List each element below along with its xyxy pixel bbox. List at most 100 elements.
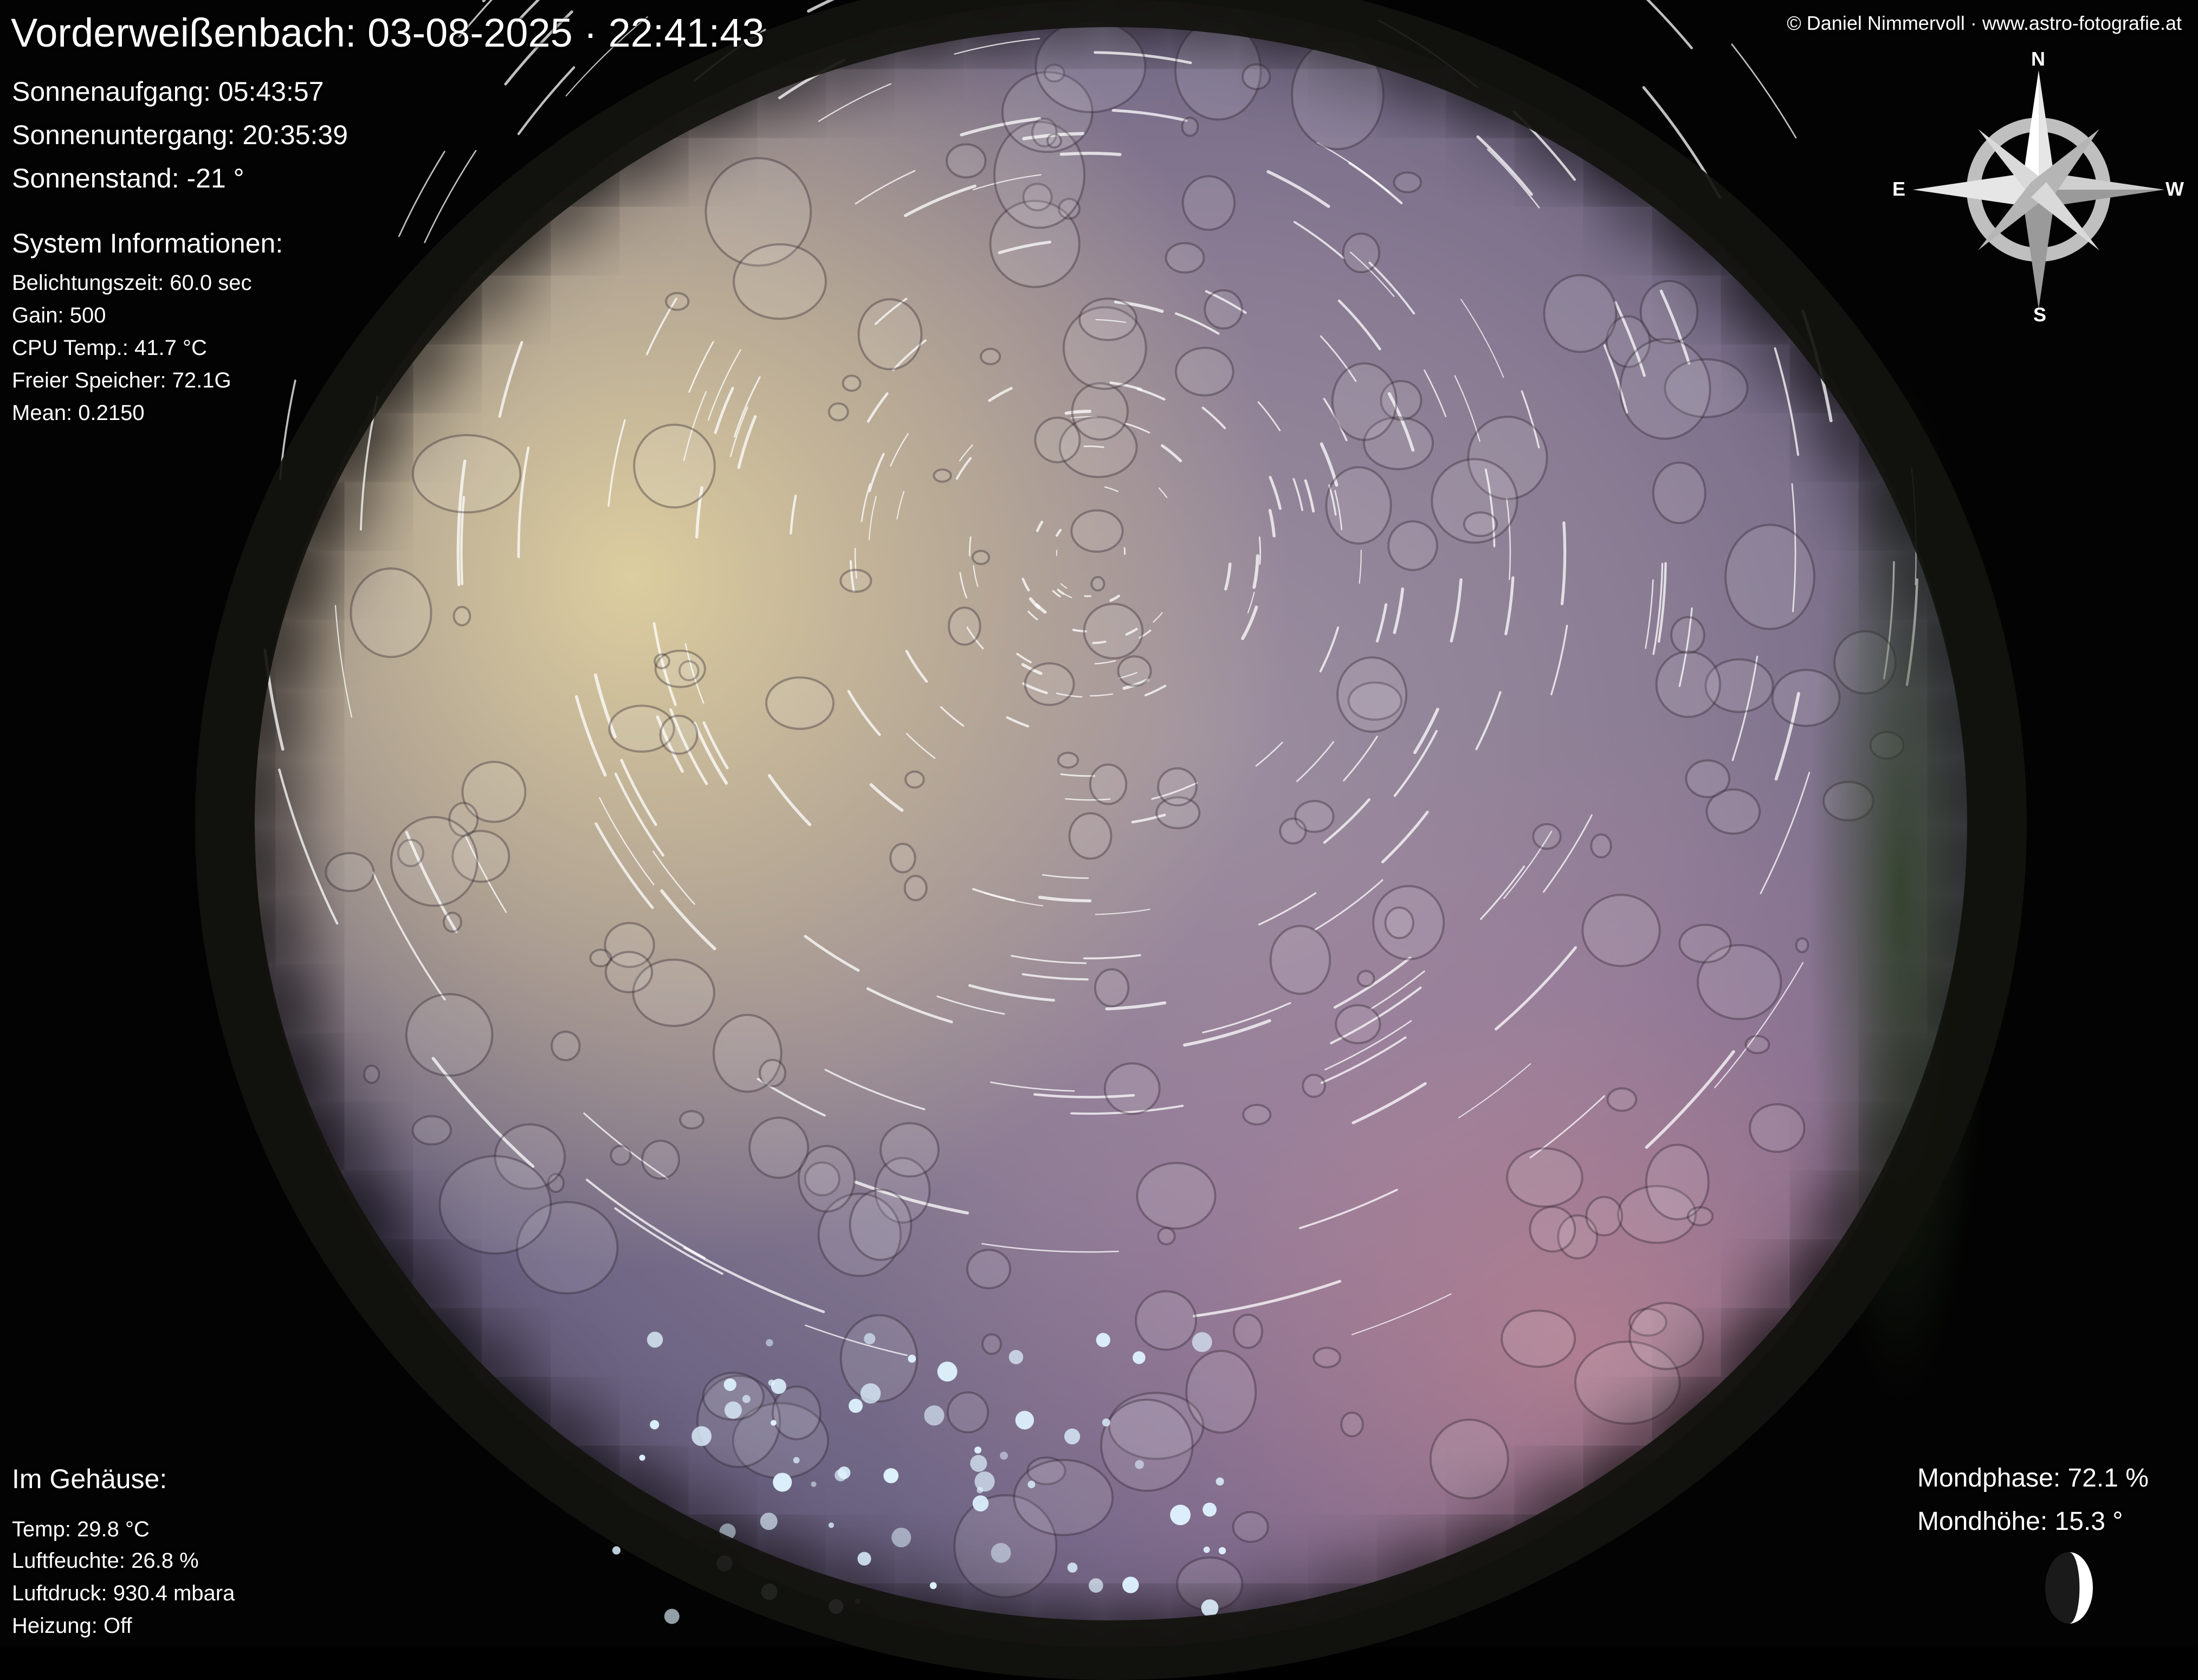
rain-drop <box>1608 1088 1637 1110</box>
rain-drop <box>859 299 922 369</box>
bokeh-spot <box>970 1455 987 1472</box>
bokeh-spot <box>650 1420 659 1429</box>
rain-drop <box>1119 656 1151 686</box>
rain-drop <box>661 716 697 754</box>
rain-drop <box>981 349 1000 364</box>
rain-drop <box>1507 1148 1582 1206</box>
mean-text: Mean: 0.2150 <box>12 401 145 425</box>
compass-north-label: N <box>2031 48 2045 70</box>
rain-drop <box>1582 895 1659 966</box>
bokeh-spot <box>1000 1452 1008 1460</box>
rain-drop <box>552 1032 579 1060</box>
rain-drop <box>1084 604 1143 658</box>
rain-drop <box>1653 463 1705 523</box>
rain-drop <box>1176 348 1233 396</box>
rain-drop <box>1725 525 1814 629</box>
free-storage-text: Freier Speicher: 72.1G <box>12 369 231 393</box>
compass-west-label: W <box>2165 178 2184 201</box>
rain-drop <box>1158 1228 1174 1244</box>
rain-drop <box>680 1111 703 1128</box>
rain-drop <box>1243 64 1270 89</box>
rain-drop <box>1091 577 1104 591</box>
bokeh-spot <box>1204 1547 1210 1553</box>
bokeh-spot <box>811 1482 816 1487</box>
bokeh-spot <box>864 1333 875 1345</box>
rain-drop <box>947 144 985 177</box>
rain-drop <box>642 1141 679 1179</box>
bokeh-spot <box>1192 1332 1212 1352</box>
bokeh-spot <box>639 1455 645 1461</box>
rain-drop <box>1388 521 1437 570</box>
bokeh-spot <box>855 1599 861 1604</box>
bokeh-spot <box>720 1523 736 1540</box>
rain-drop <box>406 994 492 1076</box>
rain-drop <box>413 435 520 512</box>
rain-drop <box>949 608 980 644</box>
rain-drop <box>760 1060 785 1087</box>
sunset-text: Sonnenuntergang: 20:35:39 <box>12 119 348 151</box>
system-info-heading: System Informationen: <box>12 228 283 259</box>
bokeh-spot <box>938 1362 958 1382</box>
rain-drop <box>1544 275 1617 352</box>
bokeh-spot <box>1102 1419 1110 1427</box>
bokeh-spot <box>1170 1505 1191 1526</box>
bokeh-spot <box>1203 1503 1217 1517</box>
rain-drop <box>1431 1420 1508 1498</box>
rain-drop <box>1090 765 1126 804</box>
moon-phase-text: Mondphase: 72.1 % <box>1917 1463 2149 1493</box>
rain-drop <box>454 607 470 625</box>
bokeh-spot <box>835 1469 846 1481</box>
rain-drop <box>1183 176 1234 230</box>
rain-drop <box>1280 819 1305 843</box>
rain-drop <box>1796 939 1808 952</box>
rain-drop <box>1071 511 1122 552</box>
compass-south-label: S <box>2033 303 2046 326</box>
bokeh-spot <box>1089 1578 1103 1593</box>
bokeh-spot <box>973 1495 989 1511</box>
rain-drop <box>1343 234 1379 272</box>
rain-drop <box>326 853 373 891</box>
bokeh-spot <box>612 1546 620 1554</box>
rain-drop <box>967 1250 1010 1288</box>
bokeh-spot <box>768 1380 775 1386</box>
bokeh-spot <box>1135 1460 1144 1469</box>
bokeh-spot <box>664 1609 680 1624</box>
rain-drop <box>890 844 915 872</box>
location-timestamp: Vorderweißenbach: 03-08-2025 · 22:41:43 <box>11 10 765 56</box>
rain-drop <box>734 244 826 319</box>
bokeh-spot <box>1133 1351 1146 1364</box>
rain-drop <box>1688 1207 1712 1225</box>
bokeh-spot <box>647 1332 663 1347</box>
rain-drop <box>766 677 833 729</box>
bokeh-spot <box>1016 1411 1034 1429</box>
rain-drop <box>1341 1413 1363 1437</box>
rain-drop <box>843 376 861 391</box>
rain-drop <box>364 1065 379 1083</box>
rain-drop <box>906 772 924 787</box>
rain-drop <box>1205 290 1242 328</box>
bokeh-spot <box>1064 1429 1080 1444</box>
bokeh-spot <box>977 1487 983 1494</box>
rain-drop <box>351 568 431 657</box>
rain-drop <box>1464 513 1497 536</box>
housing-heating-text: Heizung: Off <box>12 1614 132 1638</box>
bokeh-spot <box>793 1457 800 1464</box>
rain-drop <box>1182 118 1198 135</box>
rain-drop <box>749 1118 808 1178</box>
rain-drop <box>1591 835 1611 857</box>
rain-drop <box>1137 1163 1216 1229</box>
rain-drop <box>934 469 951 481</box>
rain-drop <box>1303 1075 1325 1096</box>
rain-drop <box>1166 243 1204 273</box>
rain-drop <box>1079 299 1136 340</box>
bokeh-spot <box>924 1405 944 1425</box>
rain-drop <box>1533 824 1560 849</box>
tree-silhouette <box>1808 379 1992 1409</box>
rain-drop <box>440 1156 551 1253</box>
rain-drop <box>905 876 927 900</box>
bokeh-spot <box>891 1528 911 1547</box>
rain-drop <box>1025 663 1074 705</box>
moon-phase-icon <box>2043 1550 2095 1626</box>
bokeh-spot <box>716 1555 732 1571</box>
bokeh-spot <box>1009 1350 1023 1364</box>
